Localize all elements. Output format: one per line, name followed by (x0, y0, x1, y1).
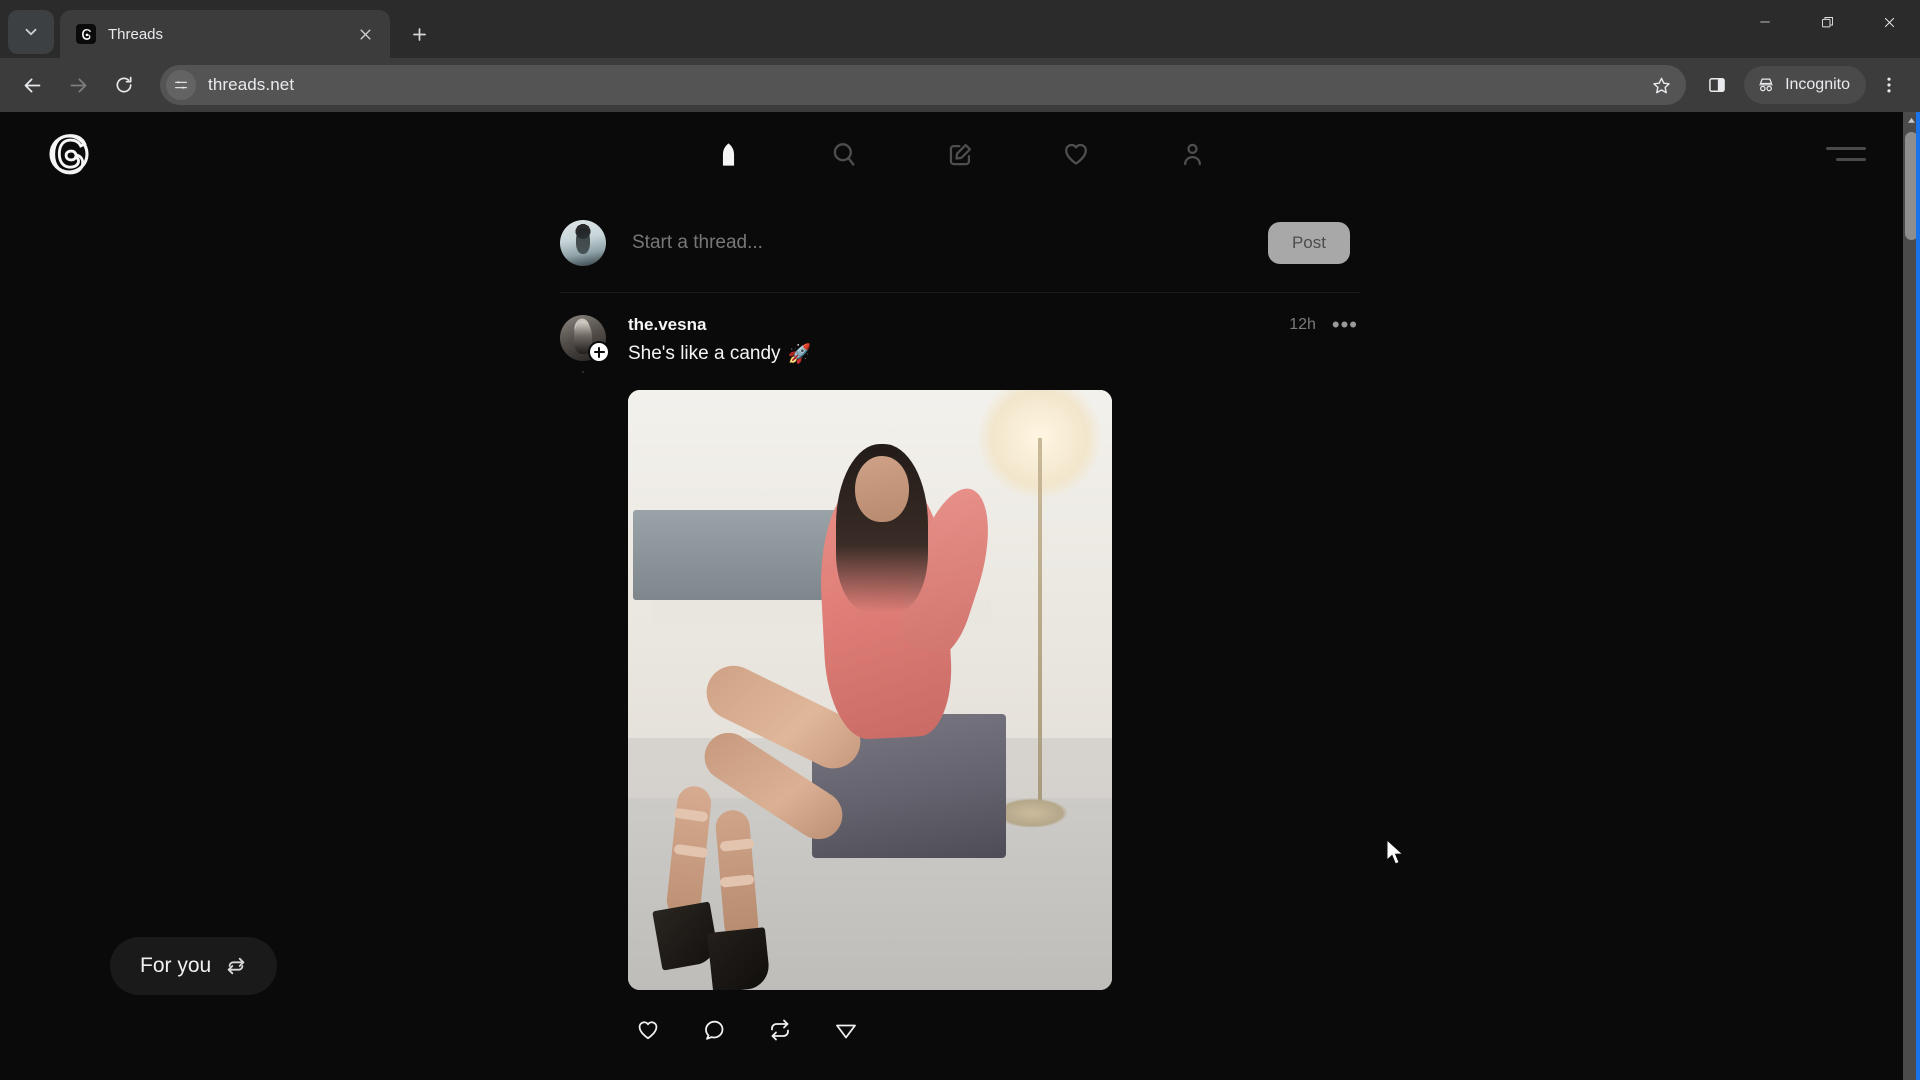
incognito-indicator[interactable]: Incognito (1744, 66, 1866, 104)
url-text: threads.net (208, 75, 295, 94)
thread-post: the.vesna 12h ••• She's like a candy 🚀 (560, 293, 1360, 1060)
profile-icon (1183, 143, 1201, 165)
sidebar-item-home[interactable] (696, 126, 760, 182)
avatar[interactable] (560, 220, 606, 266)
browser-menu-button[interactable] (1868, 64, 1910, 106)
home-icon (722, 142, 734, 166)
feed-column: Start a thread... Post the.vesna 12h •••… (560, 196, 1360, 1060)
close-icon (1884, 17, 1894, 27)
incognito-label: Incognito (1785, 76, 1850, 93)
reply-button[interactable] (694, 1010, 734, 1050)
feed-switcher-label: For you (140, 954, 212, 977)
tab-search-button[interactable] (8, 10, 54, 54)
post-avatar-column (560, 315, 610, 373)
sidebar-item-activity[interactable] (1044, 126, 1108, 182)
mouse-pointer-icon (1386, 839, 1404, 865)
follow-button[interactable] (588, 341, 610, 363)
hamburger-menu-icon (1826, 147, 1866, 150)
address-bar[interactable]: threads.net (160, 65, 1687, 105)
sidebar-item-profile[interactable] (1160, 126, 1224, 182)
browser-toolbar: threads.net Incognito (0, 58, 1920, 112)
chevron-down-icon (25, 28, 37, 36)
swap-arrows-icon (227, 957, 245, 975)
side-panel-button[interactable] (1696, 64, 1738, 106)
browser-tab[interactable]: Threads (60, 10, 390, 58)
three-dot-menu-icon (1887, 77, 1891, 93)
forward-button[interactable] (56, 63, 100, 107)
threads-favicon-glyph (81, 28, 91, 40)
post-action-bar (628, 990, 1360, 1060)
browser-window: Threads threads.net Incognito Start a th… (0, 0, 1920, 1080)
plus-icon (412, 27, 426, 41)
compose-icon (949, 143, 971, 165)
share-icon (836, 1024, 856, 1039)
close-icon (359, 28, 371, 40)
forward-arrow-icon (70, 78, 86, 92)
site-settings-icon (175, 81, 187, 89)
tab-title: Threads (108, 25, 164, 43)
photo-lamp-base (995, 798, 1069, 828)
post-author-username[interactable]: the.vesna (628, 315, 706, 335)
like-button[interactable] (628, 1010, 668, 1050)
sidebar-item-compose[interactable] (928, 126, 992, 182)
feed-switcher-button[interactable]: For you (110, 937, 278, 995)
hamburger-menu-icon-line-2 (1836, 158, 1866, 161)
scroll-up-arrow-icon (1908, 117, 1915, 123)
new-tab-button[interactable] (400, 15, 438, 53)
post-text: She's like a candy (628, 343, 781, 364)
incognito-icon (1759, 78, 1773, 92)
post-body: the.vesna 12h ••• She's like a candy 🚀 (606, 314, 1360, 1060)
heart-icon (1065, 143, 1087, 165)
thread-connector-line (582, 371, 584, 373)
photo-heel-2 (707, 927, 772, 990)
composer-input[interactable]: Start a thread... (606, 232, 1268, 254)
sidebar-item-search[interactable] (812, 126, 876, 182)
back-button[interactable] (10, 63, 54, 107)
star-icon (1652, 77, 1670, 93)
reload-button[interactable] (102, 63, 146, 107)
post-header: the.vesna 12h ••• She's like a candy 🚀 (560, 314, 1360, 1060)
tab-close-button[interactable] (352, 21, 378, 47)
thread-composer[interactable]: Start a thread... Post (560, 202, 1360, 293)
maximize-icon (1821, 16, 1833, 27)
post-image[interactable] (628, 390, 1112, 990)
bookmark-button[interactable] (1644, 68, 1678, 102)
minimize-button[interactable] (1734, 0, 1796, 44)
post-timestamp: 12h (1289, 316, 1316, 333)
more-options-icon[interactable]: ••• (1330, 314, 1360, 336)
post-text-row: She's like a candy 🚀 (628, 342, 1360, 366)
post-meta-right: 12h ••• (1289, 314, 1360, 336)
window-focus-edge (1916, 112, 1920, 1080)
side-panel-icon (1709, 78, 1725, 92)
repost-icon (771, 1019, 789, 1041)
site-settings-button[interactable] (166, 70, 196, 100)
page-viewport: Start a thread... Post the.vesna 12h •••… (0, 112, 1920, 1080)
post-meta: the.vesna 12h ••• (628, 314, 1360, 336)
omnibox-actions (1644, 68, 1680, 102)
minimize-icon (1760, 21, 1770, 23)
tab-strip: Threads (0, 0, 1920, 58)
back-arrow-icon (24, 78, 40, 92)
search-icon (833, 143, 855, 166)
hamburger-menu-button[interactable] (1822, 137, 1866, 171)
repost-button[interactable] (760, 1010, 800, 1050)
rocket-emoji-icon: 🚀 (787, 344, 812, 365)
post-button[interactable]: Post (1267, 222, 1350, 264)
photo-lamp-pole (1037, 438, 1042, 810)
threads-app-header (0, 112, 1920, 196)
maximize-button[interactable] (1796, 0, 1858, 44)
window-close-button[interactable] (1858, 0, 1920, 44)
comment-icon (705, 1020, 724, 1040)
threads-nav (696, 126, 1224, 182)
photo-head (855, 456, 909, 522)
share-button[interactable] (826, 1010, 866, 1050)
heart-icon (638, 1021, 658, 1040)
threads-logo-icon[interactable] (46, 131, 92, 177)
threads-favicon (76, 24, 96, 44)
window-controls (1734, 0, 1920, 44)
reload-icon (116, 76, 132, 93)
